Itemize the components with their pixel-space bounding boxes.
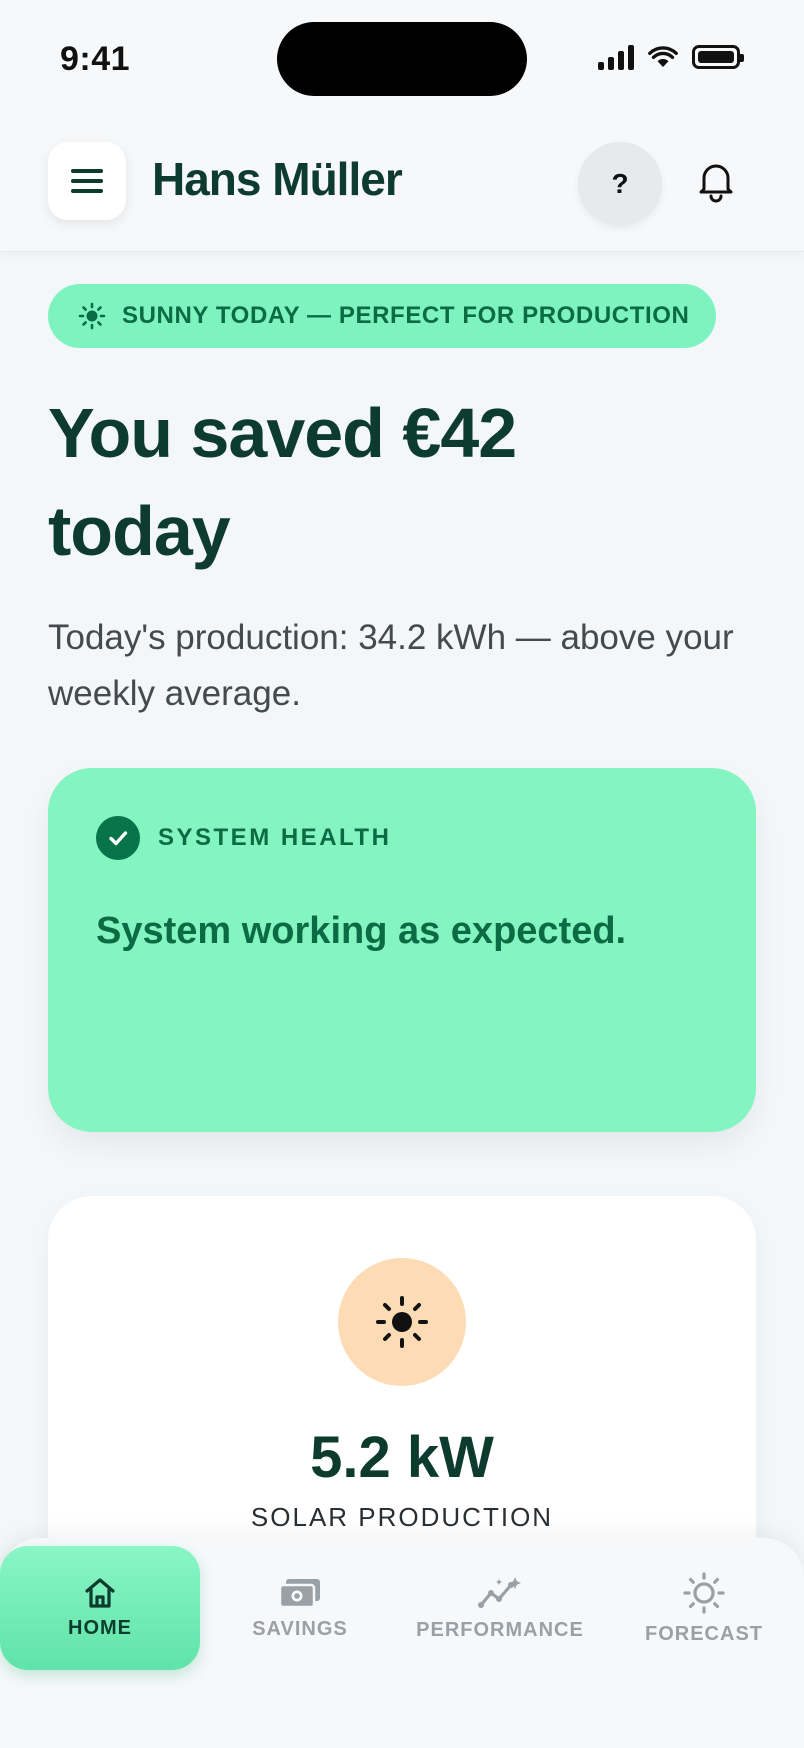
solar-icon-badge <box>338 1258 466 1386</box>
sun-icon <box>78 302 106 330</box>
help-button[interactable]: ? <box>578 142 662 226</box>
weather-badge: SUNNY TODAY — PERFECT FOR PRODUCTION <box>48 284 716 348</box>
system-health-header: SYSTEM HEALTH <box>96 816 391 860</box>
status-icons <box>598 44 744 70</box>
nav-performance[interactable]: PERFORMANCE <box>400 1546 600 1670</box>
app-screen: 9:41 Hans Müller ? SUNNY TODAY — PERFECT… <box>0 0 804 1748</box>
home-icon <box>85 1577 115 1608</box>
nav-home[interactable]: HOME <box>0 1546 200 1670</box>
nav-forecast[interactable]: FORECAST <box>604 1546 804 1670</box>
savings-headline: You saved €42 today <box>48 394 517 570</box>
nav-forecast-label: FORECAST <box>645 1622 763 1645</box>
money-icon <box>278 1578 320 1608</box>
production-summary: Today's production: 34.2 kWh — above you… <box>48 618 734 713</box>
menu-icon <box>71 169 103 173</box>
chart-sparkle-icon <box>478 1576 521 1608</box>
nav-home-label: HOME <box>68 1616 132 1639</box>
solar-production-card[interactable]: 5.2 kW SOLAR PRODUCTION <box>48 1196 756 1576</box>
sun-icon <box>376 1296 428 1348</box>
check-circle-icon <box>96 816 140 860</box>
menu-button[interactable] <box>48 142 126 220</box>
weather-badge-text: SUNNY TODAY — PERFECT FOR PRODUCTION <box>122 302 690 329</box>
help-label: ? <box>611 168 629 199</box>
notifications-button[interactable] <box>688 146 744 216</box>
app-header: Hans Müller ? <box>0 120 804 252</box>
solar-production-label: SOLAR PRODUCTION <box>250 1502 554 1532</box>
bottom-nav: HOME SAVINGS PERFORMANCE FORECAST <box>0 1538 804 1748</box>
system-health-label: SYSTEM HEALTH <box>158 824 392 851</box>
system-health-card[interactable]: SYSTEM HEALTH System working as expected… <box>48 768 756 1132</box>
nav-performance-label: PERFORMANCE <box>416 1618 584 1641</box>
bell-icon <box>699 164 733 203</box>
status-bar: 9:41 <box>0 0 804 120</box>
status-time: 9:41 <box>60 40 131 78</box>
nav-savings-label: SAVINGS <box>252 1617 348 1640</box>
battery-icon <box>692 45 744 69</box>
user-name: Hans Müller <box>152 153 403 205</box>
wifi-icon <box>648 46 678 67</box>
dynamic-island <box>277 22 527 96</box>
nav-savings[interactable]: SAVINGS <box>200 1546 400 1670</box>
system-health-message: System working as expected. <box>96 910 627 952</box>
signal-icon <box>598 44 634 70</box>
sun-outline-icon <box>683 1571 725 1614</box>
solar-production-value: 5.2 kW <box>310 1425 494 1490</box>
